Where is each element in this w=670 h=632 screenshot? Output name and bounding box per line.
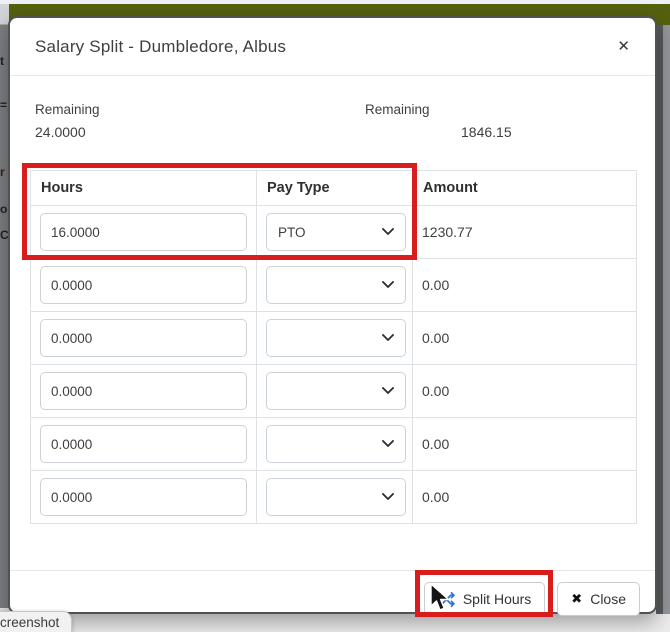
screenshot-tooltip: creenshot <box>0 611 72 632</box>
edge-text-fragment: t <box>0 54 4 68</box>
chevron-down-icon <box>382 387 394 395</box>
remaining-hours-block: Remaining 24.0000 <box>35 102 365 140</box>
remaining-amount-label: Remaining <box>365 102 630 117</box>
remaining-hours-value: 24.0000 <box>35 124 365 140</box>
pay-type-select[interactable] <box>266 266 406 304</box>
pay-type-select[interactable] <box>266 372 406 410</box>
table-row: 0.00 <box>31 365 637 418</box>
edge-text-fragment: r <box>0 165 5 179</box>
remaining-summary: Remaining 24.0000 Remaining 1846.15 <box>35 102 630 140</box>
close-button-label: Close <box>590 591 626 607</box>
amount-value: 1230.77 <box>413 206 637 259</box>
hours-column-header: Hours <box>31 171 257 206</box>
amount-value: 0.00 <box>413 312 637 365</box>
amount-column-header: Amount <box>413 171 637 206</box>
amount-value: 0.00 <box>413 471 637 524</box>
hours-input[interactable] <box>40 425 247 463</box>
hours-input[interactable] <box>40 478 247 516</box>
pay-type-select[interactable] <box>266 425 406 463</box>
pay-type-select[interactable]: PTO <box>266 213 406 251</box>
pay-type-select[interactable] <box>266 319 406 357</box>
close-button[interactable]: ✖ Close <box>557 582 640 616</box>
table-row: PTO 1230.77 <box>31 206 637 259</box>
scrollbar <box>656 25 663 614</box>
screenshot-tooltip-text: creenshot <box>0 615 59 630</box>
hours-input[interactable] <box>40 372 247 410</box>
amount-value: 0.00 <box>413 365 637 418</box>
modal-footer: Split Hours ✖ Close <box>10 570 655 628</box>
pay-type-select[interactable] <box>266 478 406 516</box>
x-icon: ✖ <box>571 591 582 607</box>
table-row: 0.00 <box>31 471 637 524</box>
edge-text-fragment: o <box>0 202 7 216</box>
amount-value: 0.00 <box>413 259 637 312</box>
split-hours-button[interactable]: Split Hours <box>424 582 545 616</box>
chevron-down-icon <box>382 281 394 289</box>
chevron-down-icon <box>382 493 394 501</box>
salary-split-modal: Salary Split - Dumbledore, Albus ✕ Remai… <box>8 16 657 614</box>
chevron-down-icon <box>382 334 394 342</box>
modal-title: Salary Split - Dumbledore, Albus <box>35 37 286 57</box>
split-hours-label: Split Hours <box>463 591 531 607</box>
table-row: 0.00 <box>31 418 637 471</box>
amount-value: 0.00 <box>413 418 637 471</box>
shuffle-icon <box>438 591 455 608</box>
page-right-edge <box>656 25 670 614</box>
pay-type-column-header: Pay Type <box>257 171 413 206</box>
chevron-down-icon <box>382 440 394 448</box>
pay-type-value: PTO <box>278 225 306 240</box>
modal-header: Salary Split - Dumbledore, Albus ✕ <box>10 18 655 76</box>
remaining-hours-label: Remaining <box>35 102 365 117</box>
hours-input[interactable] <box>40 213 247 251</box>
table-header-row: Hours Pay Type Amount <box>31 171 637 206</box>
table-row: 0.00 <box>31 259 637 312</box>
hours-input[interactable] <box>40 319 247 357</box>
close-icon[interactable]: ✕ <box>617 39 630 54</box>
hours-input[interactable] <box>40 266 247 304</box>
table-row: 0.00 <box>31 312 637 365</box>
remaining-amount-block: Remaining 1846.15 <box>365 102 630 140</box>
edge-text-fragment: = <box>0 98 7 112</box>
split-hours-table: Hours Pay Type Amount PTO 1230.77 <box>30 170 637 524</box>
chevron-down-icon <box>382 228 394 236</box>
remaining-amount-value: 1846.15 <box>461 124 630 140</box>
